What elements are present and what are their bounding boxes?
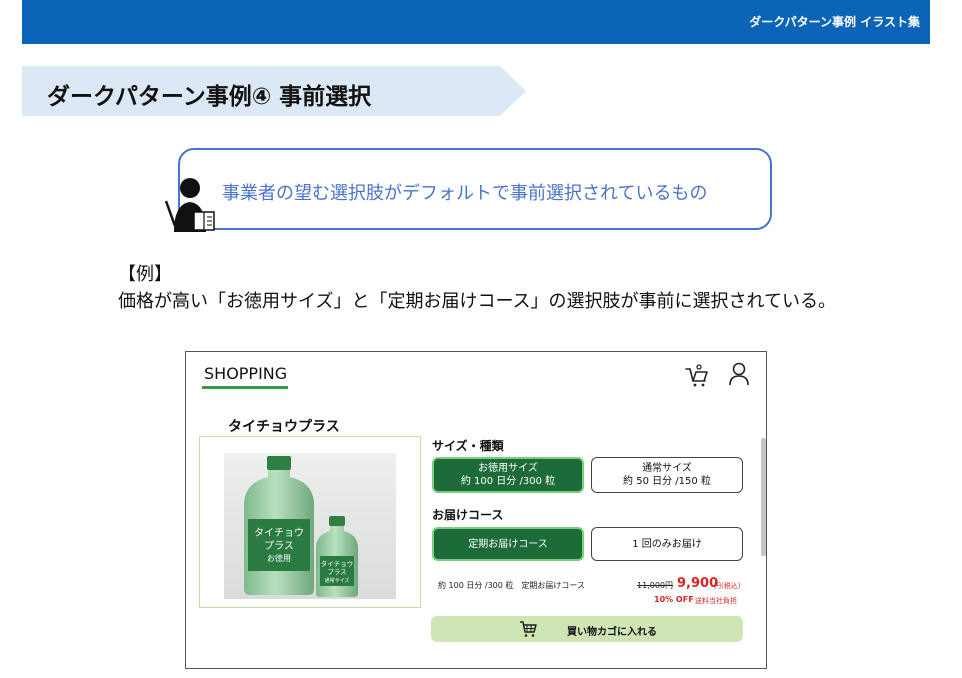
option-subscription-label: 定期お届けコース — [468, 538, 548, 550]
shop-logo[interactable]: SHOPPING — [204, 364, 287, 383]
original-price: 11,000円 — [637, 581, 673, 590]
option-value-size-line2: 約 100 日分 /300 粒 — [460, 476, 556, 487]
example-label: 【例】 — [118, 264, 172, 285]
header-title: ダークパターン事例 イラスト集 — [749, 15, 920, 29]
option-regular-size-line2: 約 50 日分 /150 粒 — [623, 476, 711, 487]
discount-badge: 10% OFF — [654, 595, 694, 604]
shipping-note: 送料当社負担 — [695, 597, 737, 605]
definition-text: 事業者の望む選択肢がデフォルトで事前選択されているもの — [222, 183, 708, 204]
option-value-size[interactable]: お徳用サイズ 約 100 日分 /300 粒 — [432, 457, 584, 493]
person-with-pointer-icon — [164, 178, 215, 232]
selection-summary: 約 100 日分 /300 粒 定期お届けコース — [438, 581, 586, 590]
user-account-icon[interactable] — [728, 362, 750, 386]
shopping-mockup: SHOPPING タイチョウプラス タイチョウ プラス お徳用 タイチョウ プラ… — [185, 351, 767, 669]
top-header-bar: ダークパターン事例 イラスト集 — [22, 0, 930, 44]
scrollbar[interactable] — [761, 438, 766, 556]
option-one-time-label: 1 回のみお届け — [632, 538, 702, 550]
definition-box: 事業者の望む選択肢がデフォルトで事前選択されているもの — [178, 148, 772, 230]
price-unit: 円(税込) — [714, 582, 741, 590]
example-text: 価格が高い「お徳用サイズ」と「定期お届けコース」の選択肢が事前に選択されている。 — [118, 291, 837, 312]
product-image-frame: タイチョウ プラス お徳用 タイチョウ プラス 通常サイズ — [199, 436, 421, 608]
product-bottles-image: タイチョウ プラス お徳用 タイチョウ プラス 通常サイズ — [224, 453, 396, 599]
small-bottle-label-1: タイチョウ — [321, 559, 354, 568]
small-bottle-label-2: プラス — [327, 568, 346, 576]
product-name: タイチョウプラス — [228, 419, 340, 435]
option-one-time-delivery[interactable]: 1 回のみお届け — [591, 527, 743, 561]
option-regular-size[interactable]: 通常サイズ 約 50 日分 /150 粒 — [591, 457, 743, 493]
cart-icon[interactable] — [684, 362, 710, 388]
add-to-cart-button[interactable]: 買い物カゴに入れる — [431, 616, 743, 642]
big-bottle-label-1: タイチョウ — [254, 527, 304, 539]
delivery-section-label: お届けコース — [432, 508, 504, 522]
option-regular-size-line1: 通常サイズ — [642, 463, 692, 474]
option-subscription-delivery[interactable]: 定期お届けコース — [432, 527, 584, 561]
option-value-size-line1: お徳用サイズ — [478, 463, 538, 474]
big-bottle-label-2: プラス — [264, 540, 294, 552]
shopping-cart-icon — [520, 621, 537, 637]
section-heading: ダークパターン事例④ 事前選択 — [47, 84, 372, 110]
section-banner: ダークパターン事例④ 事前選択 — [22, 66, 526, 116]
sale-price: 9,900 — [677, 576, 719, 591]
small-bottle-label-3: 通常サイズ — [325, 577, 350, 584]
size-section-label: サイズ・種類 — [432, 439, 504, 453]
logo-underline — [202, 386, 288, 389]
big-bottle-label-3: お徳用 — [267, 553, 291, 563]
add-to-cart-label: 買い物カゴに入れる — [567, 627, 657, 638]
